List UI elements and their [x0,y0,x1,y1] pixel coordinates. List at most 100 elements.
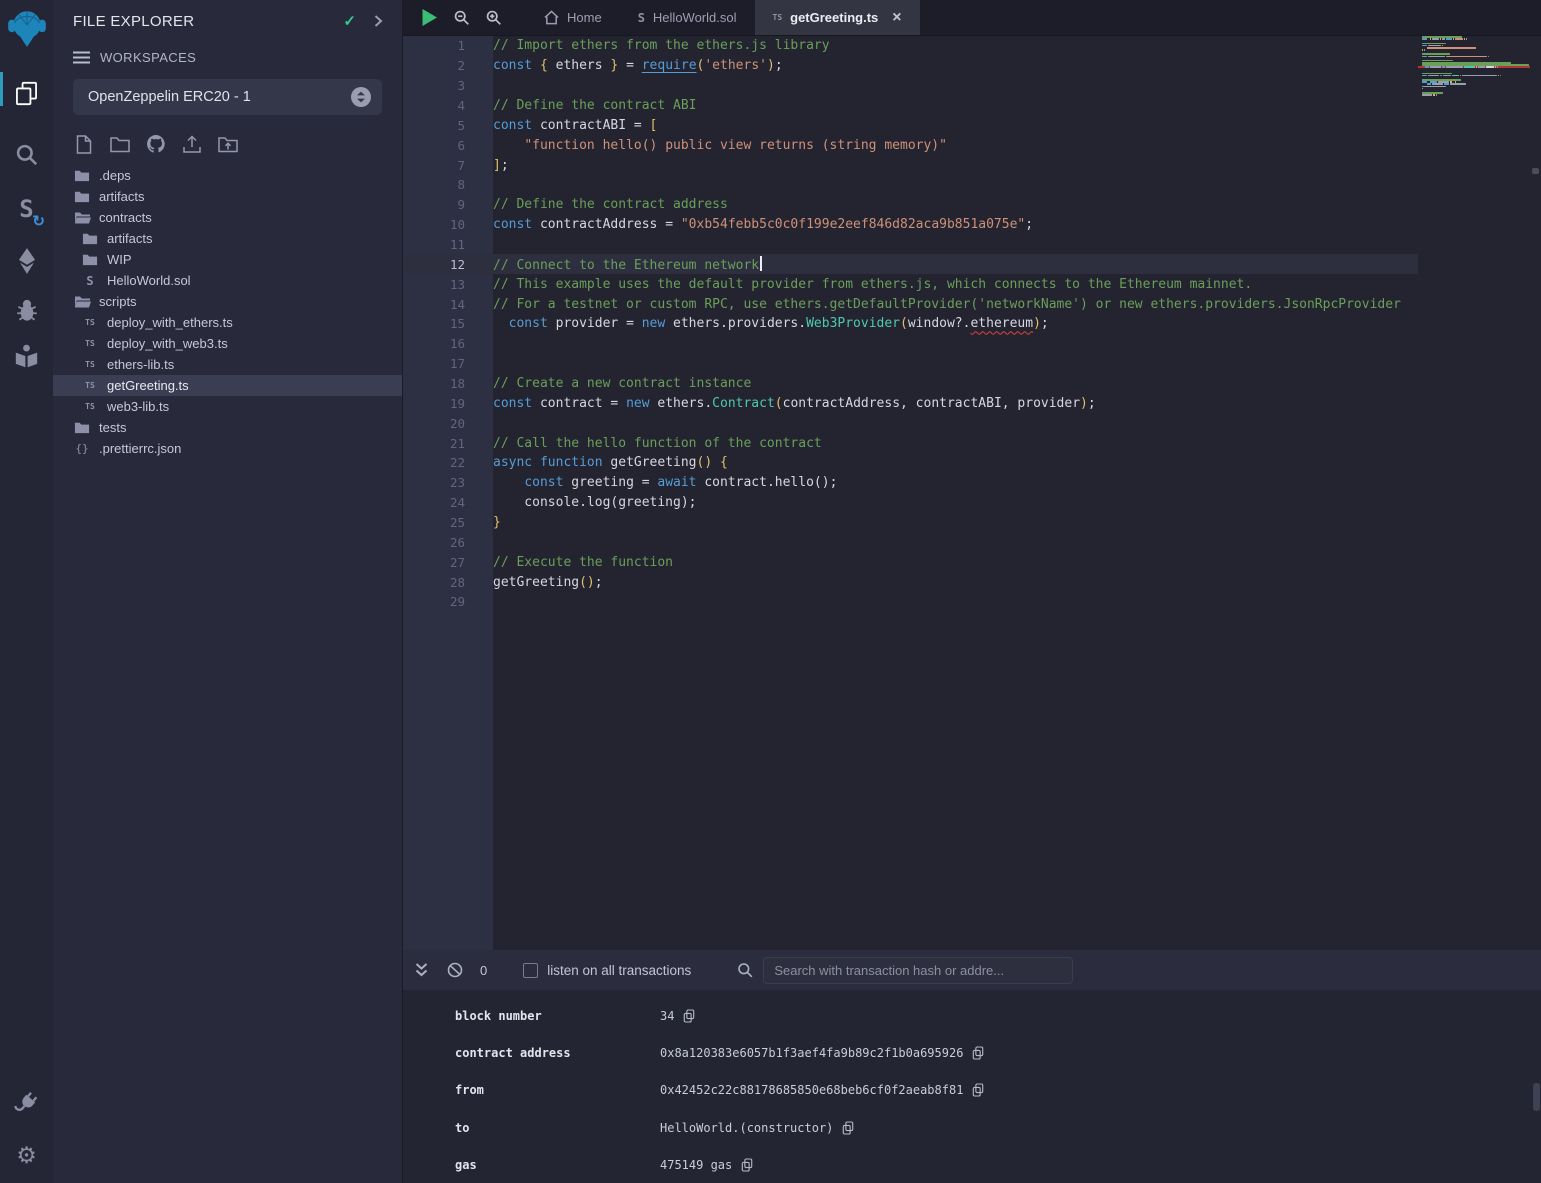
ts-file-icon: TS [85,381,95,390]
code-line: 28getGreeting(); [403,572,1418,592]
tree-item-.deps[interactable]: .deps [53,165,402,186]
tree-item-scripts[interactable]: scripts [53,291,402,312]
workspaces-label: WORKSPACES [100,50,196,65]
tree-item-tests[interactable]: tests [53,417,402,438]
tree-item-web3-lib.ts[interactable]: TSweb3-lib.ts [53,396,402,417]
tab-label: HelloWorld.sol [653,10,737,25]
terminal-scrollbar[interactable] [1533,1083,1540,1111]
workspace-select[interactable]: OpenZeppelin ERC20 - 1 [73,79,382,115]
listen-transactions-label: listen on all transactions [547,963,691,978]
code-line: 22async function getGreeting() { [403,453,1418,473]
copy-icon [972,1083,984,1097]
terminal-header: 0 listen on all transactions [403,950,1541,990]
tree-item-HelloWorld.sol[interactable]: SHelloWorld.sol [53,270,402,291]
editor-scrollbar[interactable] [1530,36,1541,950]
copy-button[interactable] [842,1121,854,1135]
workspace-select-chevrons-icon [350,86,372,108]
file-explorer-icon[interactable] [0,70,53,116]
code-line: 1// Import ethers from the ethers.js lib… [403,36,1418,56]
tree-item-artifacts[interactable]: artifacts [53,186,402,207]
code-line: 12// Connect to the Ethereum network [403,254,1418,274]
line-text: // For a testnet or custom RPC, use ethe… [493,297,1401,312]
line-number: 19 [403,396,465,411]
line-number: 13 [403,277,465,292]
tree-item-deploy_with_ethers.ts[interactable]: TSdeploy_with_ethers.ts [53,312,402,333]
zoom-out-icon[interactable] [453,9,470,26]
learneth-icon[interactable] [0,340,53,372]
line-text: const { ethers } = require('ethers'); [493,58,783,73]
terminal-row-contract-address: contract address0x8a120383e6057b1f3aef4f… [403,1034,1541,1071]
code-line: 17 [403,354,1418,374]
code-line: 5const contractABI = [ [403,115,1418,135]
solidity-compiler-icon[interactable]: S ↻ [0,190,53,228]
folder-icon [74,420,90,435]
tree-item-label: .prettierrc.json [99,441,181,456]
ts-icon: TS [773,13,783,22]
code-editor[interactable]: 1// Import ethers from the ethers.js lib… [403,36,1541,950]
tree-item-.prettierrc.json[interactable]: {}.prettierrc.json [53,438,402,459]
ts-file-icon: TS [85,318,95,327]
tree-item-contracts[interactable]: contracts [53,207,402,228]
code-line: 10const contractAddress = "0xb54febb5c0c… [403,215,1418,235]
terminal-row-block-number: block number34 [403,997,1541,1034]
line-number: 24 [403,495,465,510]
home-icon [544,10,559,25]
code-line: 16 [403,334,1418,354]
line-number: 14 [403,297,465,312]
deploy-and-run-icon[interactable] [0,244,53,278]
copy-button[interactable] [972,1083,984,1097]
plugin-manager-icon[interactable] [0,1085,53,1121]
terminal-search-input[interactable] [763,957,1073,984]
line-text: // Import ethers from the ethers.js libr… [493,38,830,53]
tree-item-WIP[interactable]: WIP [53,249,402,270]
tab-getGreeting.ts[interactable]: TSgetGreeting.ts× [755,0,920,35]
tree-item-deploy_with_web3.ts[interactable]: TSdeploy_with_web3.ts [53,333,402,354]
new-folder-icon[interactable] [107,133,133,155]
tab-HelloWorld.sol[interactable]: SHelloWorld.sol [620,0,755,35]
line-number: 5 [403,118,465,133]
line-number: 9 [403,197,465,212]
minimap[interactable] [1418,36,1530,950]
terminal-search-icon [737,962,753,978]
line-number: 25 [403,515,465,530]
tree-item-artifacts[interactable]: artifacts [53,228,402,249]
terminal-row-key: block number [455,1009,660,1023]
clear-console-icon[interactable] [447,962,463,978]
line-number: 28 [403,575,465,590]
line-number: 7 [403,158,465,173]
copy-button[interactable] [741,1158,753,1172]
listen-transactions-checkbox[interactable] [523,963,538,978]
line-number: 22 [403,455,465,470]
zoom-in-icon[interactable] [485,9,502,26]
folder-icon [82,231,98,246]
tree-item-getGreeting.ts[interactable]: TSgetGreeting.ts [53,375,402,396]
workspaces-menu-icon[interactable] [73,51,90,64]
code-line: 9// Define the contract address [403,195,1418,215]
line-number: 2 [403,58,465,73]
upload-file-icon[interactable] [179,133,205,155]
code-line: 15 const provider = new ethers.providers… [403,314,1418,334]
copy-button[interactable] [972,1046,984,1060]
remix-logo-icon[interactable] [0,2,53,54]
search-icon[interactable] [0,138,53,172]
tree-item-ethers-lib.ts[interactable]: TSethers-lib.ts [53,354,402,375]
github-icon[interactable] [143,133,169,155]
new-file-icon[interactable] [71,133,97,155]
close-tab-icon[interactable]: × [892,10,901,26]
line-number: 26 [403,535,465,550]
upload-folder-icon[interactable] [215,133,241,155]
debugger-icon[interactable] [0,294,53,326]
panel-expand-chevron-icon[interactable] [372,14,384,28]
line-number: 4 [403,98,465,113]
run-script-icon[interactable] [421,8,438,27]
line-text: // Call the hello function of the contra… [493,436,822,451]
line-number: 21 [403,436,465,451]
code-line: 14 // For a testnet or custom RPC, use et… [403,294,1418,314]
tab-Home[interactable]: Home [526,0,620,35]
copy-button[interactable] [683,1009,695,1023]
collapse-terminal-icon[interactable] [414,962,429,978]
tree-item-label: WIP [107,252,132,267]
validate-check-icon[interactable]: ✓ [343,12,356,30]
file-tree: .depsartifactscontractsartifactsWIPSHell… [53,165,402,459]
settings-icon[interactable]: ⚙ [0,1135,53,1175]
